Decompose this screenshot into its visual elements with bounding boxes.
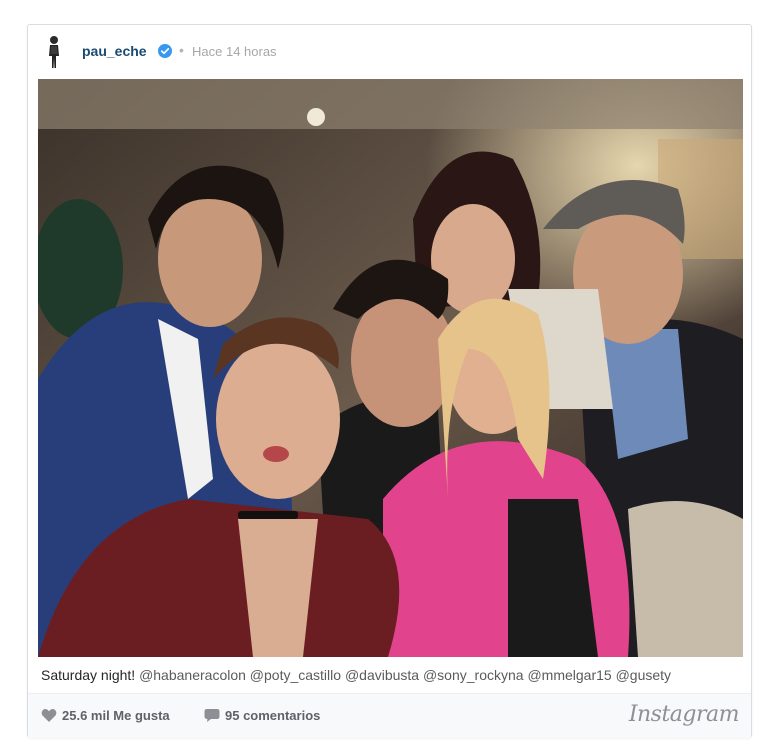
comments-label: 95 comentarios bbox=[225, 708, 321, 723]
post-caption: Saturday night! @habaneracolon @poty_cas… bbox=[41, 667, 671, 683]
separator-dot: • bbox=[179, 42, 184, 58]
post-timestamp[interactable]: Hace 14 horas bbox=[192, 44, 277, 59]
caption-text: Saturday night! bbox=[41, 667, 136, 683]
heart-icon bbox=[41, 708, 57, 723]
post-header: pau_eche • Hace 14 horas bbox=[28, 25, 751, 79]
instagram-embed-card: pau_eche • Hace 14 horas Saturday night!… bbox=[27, 24, 752, 738]
comment-bubble-icon bbox=[204, 708, 220, 723]
username-link[interactable]: pau_eche bbox=[82, 43, 147, 59]
likes-label: 25.6 mil Me gusta bbox=[62, 708, 170, 723]
avatar[interactable] bbox=[44, 34, 64, 70]
caption-mentions[interactable]: @habaneracolon @poty_castillo @davibusta… bbox=[139, 667, 671, 683]
instagram-logo[interactable]: Instagram bbox=[629, 702, 740, 727]
verified-badge-icon bbox=[158, 44, 172, 58]
post-footer: 25.6 mil Me gusta 95 comentarios Instagr… bbox=[28, 693, 751, 738]
post-photo[interactable] bbox=[38, 79, 743, 657]
